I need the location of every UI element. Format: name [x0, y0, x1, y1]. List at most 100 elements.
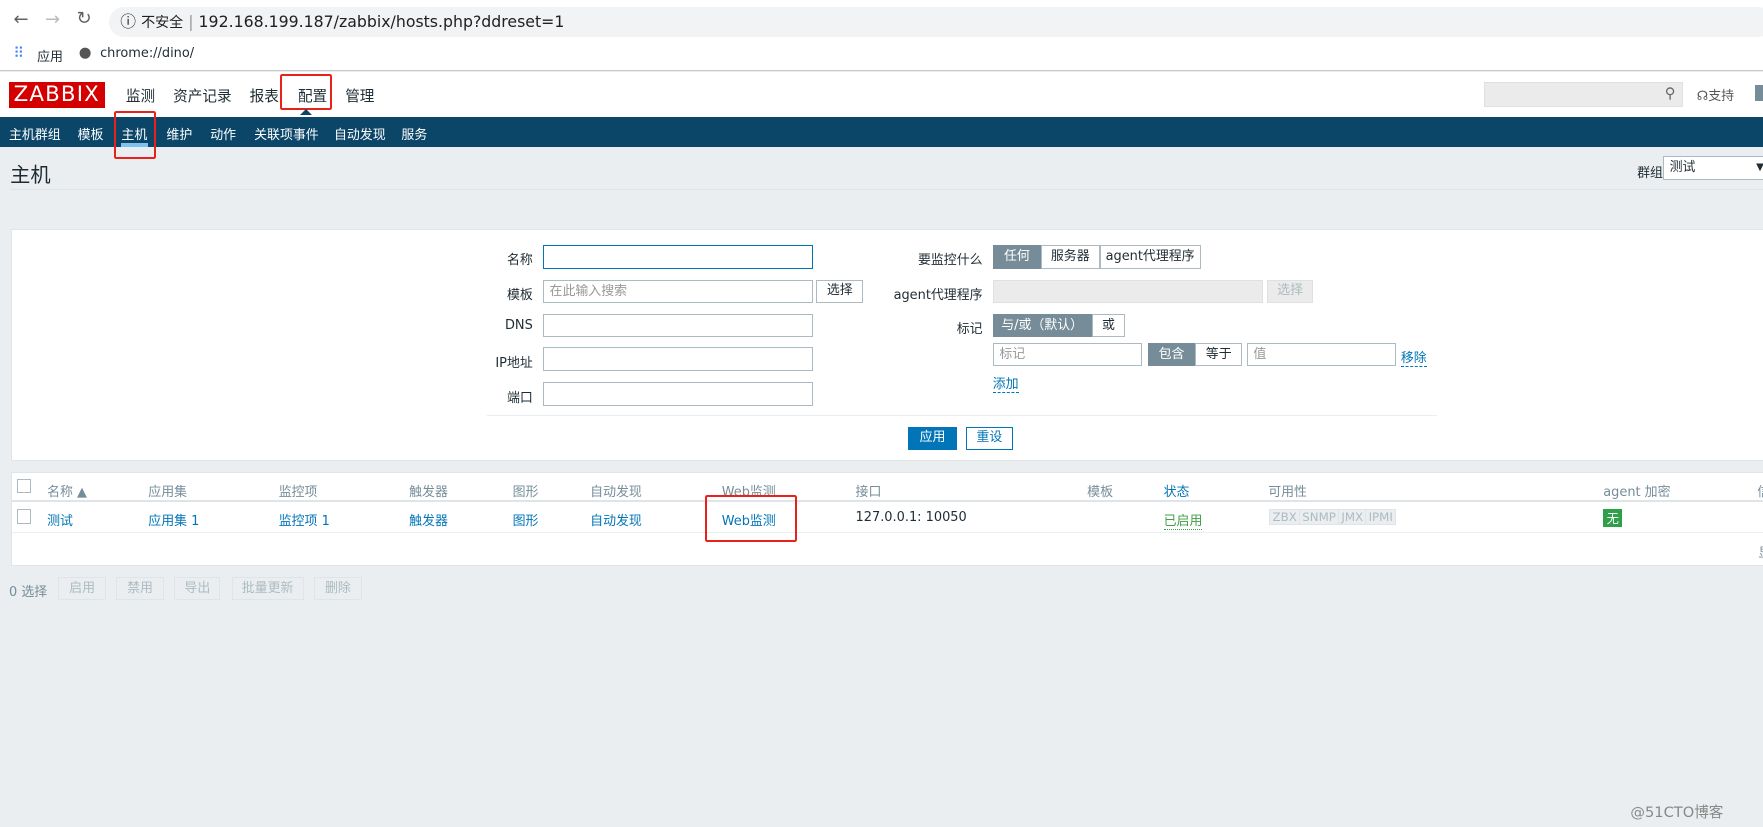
subnav-actions[interactable]: 动作 — [210, 124, 236, 143]
graphs-link[interactable]: 图形 — [513, 510, 539, 529]
status-enabled-link[interactable]: 已启用 — [1163, 510, 1203, 531]
header-name[interactable]: 名称 ▲ — [47, 481, 87, 500]
search-icon[interactable]: ⚲ — [1665, 85, 1676, 102]
bookmark-dino[interactable]: chrome://dino/ — [100, 46, 194, 61]
dns-label: DNS — [504, 318, 533, 334]
template-select-button[interactable]: 选择 — [816, 279, 864, 304]
top-header: ZABBIX 监测 资产记录 报表 配置 管理 ⚲ ☊支持 — [0, 71, 1763, 117]
address-bar[interactable]: ⓘ 不安全 | 192.168.199.187/zabbix/hosts.php… — [109, 6, 1763, 38]
nav-inventory[interactable]: 资产记录 — [173, 85, 231, 106]
table-row: 测试 应用集 1 监控项 1 触发器 图形 自动发现 Web监测 127.0.0… — [12, 502, 1763, 533]
search-input[interactable]: ⚲ — [1484, 82, 1684, 107]
tag-name-input[interactable]: 标记 — [992, 342, 1143, 367]
tag-value-input[interactable]: 值 — [1246, 342, 1397, 367]
proxy-label: agent代理程序 — [893, 288, 983, 304]
subnav-discovery[interactable]: 自动发现 — [334, 124, 386, 143]
header-info: 信 — [1757, 481, 1763, 500]
reset-button[interactable]: 重设 — [965, 427, 1013, 450]
interface-value: 127.0.0.1: 10050 — [855, 510, 967, 526]
remove-tag-link[interactable]: 移除 — [1400, 347, 1427, 368]
name-label: 名称 — [506, 253, 533, 269]
nav-monitoring[interactable]: 监测 — [126, 85, 155, 106]
monitored-server[interactable]: 服务器 — [1041, 244, 1100, 269]
triggers-link[interactable]: 触发器 — [409, 510, 448, 529]
header-status[interactable]: 状态 — [1164, 481, 1190, 500]
zbx-badge: ZBX — [1270, 510, 1301, 525]
disable-button[interactable]: 禁用 — [115, 576, 165, 601]
highlight-box — [279, 74, 332, 111]
subnav-maintenance[interactable]: 维护 — [166, 124, 192, 143]
proxy-select-button[interactable]: 选择 — [1267, 279, 1314, 304]
monitored-proxy[interactable]: agent代理程序 — [1099, 244, 1201, 269]
share-icon[interactable] — [1755, 85, 1763, 102]
headset-icon: ☊ — [1696, 89, 1709, 105]
subnav-templates[interactable]: 模板 — [78, 124, 104, 143]
apps-icon: ⠿ — [13, 44, 25, 62]
discovery-link[interactable]: 自动发现 — [590, 510, 642, 529]
highlight-box — [704, 494, 798, 542]
mass-update-button[interactable]: 批量更新 — [231, 576, 304, 601]
proxy-input[interactable] — [992, 279, 1263, 304]
globe-icon: ● — [78, 43, 92, 61]
items-link[interactable]: 监控项 1 — [279, 510, 330, 529]
nav-reports[interactable]: 报表 — [250, 85, 279, 106]
host-name-link[interactable]: 测试 — [47, 510, 73, 529]
jmx-badge: JMX — [1339, 510, 1367, 525]
group-label: 群组 — [1637, 165, 1663, 181]
browser-chrome: ← → ↻ ⓘ 不安全 | 192.168.199.187/zabbix/hos… — [0, 0, 1763, 71]
reload-icon[interactable]: ↻ — [76, 8, 91, 29]
header-interface: 接口 — [855, 485, 882, 501]
dropdown-arrow-icon: ▼ — [1756, 157, 1763, 178]
tags-or[interactable]: 或 — [1091, 313, 1126, 338]
group-select[interactable]: 测试▼ — [1662, 156, 1763, 180]
tag-contains[interactable]: 包含 — [1147, 342, 1196, 367]
highlight-box — [113, 111, 157, 159]
header-availability: 可用性 — [1268, 485, 1307, 501]
nav-administration[interactable]: 管理 — [345, 85, 374, 106]
header-items: 监控项 — [278, 485, 318, 501]
watermark: @51CTO博客 — [1630, 803, 1724, 821]
zabbix-logo[interactable]: ZABBIX — [8, 82, 105, 108]
row-checkbox[interactable] — [16, 509, 32, 524]
snmp-badge: SNMP — [1300, 510, 1340, 525]
table-footer-text: 显 — [1758, 542, 1763, 561]
divider — [10, 188, 1763, 190]
name-input[interactable] — [542, 244, 813, 269]
back-icon[interactable]: ← — [13, 9, 28, 30]
hosts-table: 名称 ▲ 应用集 监控项 触发器 图形 自动发现 Web监测 接口 模板 状态 … — [11, 472, 1763, 566]
tag-equals[interactable]: 等于 — [1195, 342, 1243, 367]
page-title: 主机 — [10, 162, 51, 187]
delete-button[interactable]: 删除 — [313, 576, 363, 601]
selected-count: 0 选择 — [8, 585, 48, 601]
monitored-any[interactable]: 任何 — [992, 244, 1042, 269]
forward-icon[interactable]: → — [45, 9, 60, 30]
header-encryption: agent 加密 — [1603, 485, 1671, 501]
subnav-event-correlation[interactable]: 关联项事件 — [254, 124, 319, 143]
port-label: 端口 — [506, 390, 533, 406]
support-link[interactable]: ☊支持 — [1697, 85, 1734, 104]
info-icon: ⓘ — [120, 11, 137, 31]
ipmi-badge: IPMI — [1368, 510, 1393, 525]
port-input[interactable] — [542, 382, 813, 406]
add-tag-link[interactable]: 添加 — [992, 373, 1019, 394]
bookmark-apps[interactable]: 应用 — [37, 46, 63, 65]
tags-and-or[interactable]: 与/或（默认） — [992, 313, 1092, 338]
export-button[interactable]: 导出 — [174, 576, 221, 601]
dns-input[interactable] — [542, 313, 813, 338]
sub-nav: 主机群组 模板 主机 维护 动作 关联项事件 自动发现 服务 — [0, 116, 1763, 148]
insecure-label: 不安全 — [141, 14, 184, 31]
applications-link[interactable]: 应用集 1 — [148, 510, 199, 529]
apply-button[interactable]: 应用 — [908, 427, 957, 450]
select-all-checkbox[interactable] — [16, 478, 32, 494]
availability-badges: ZBX SNMP JMX IPMI — [1269, 509, 1397, 526]
template-input[interactable]: 在此输入搜索 — [542, 279, 813, 304]
ip-label: IP地址 — [495, 355, 533, 371]
subnav-host-groups[interactable]: 主机群组 — [9, 124, 61, 143]
divider — [486, 414, 1437, 416]
table-header: 名称 ▲ 应用集 监控项 触发器 图形 自动发现 Web监测 接口 模板 状态 … — [12, 473, 1763, 503]
ip-input[interactable] — [542, 347, 813, 371]
enable-button[interactable]: 启用 — [58, 576, 106, 601]
encryption-badge: 无 — [1603, 509, 1623, 528]
mass-actions: 0 选择 启用 禁用 导出 批量更新 删除 — [0, 576, 450, 602]
subnav-services[interactable]: 服务 — [401, 124, 427, 143]
